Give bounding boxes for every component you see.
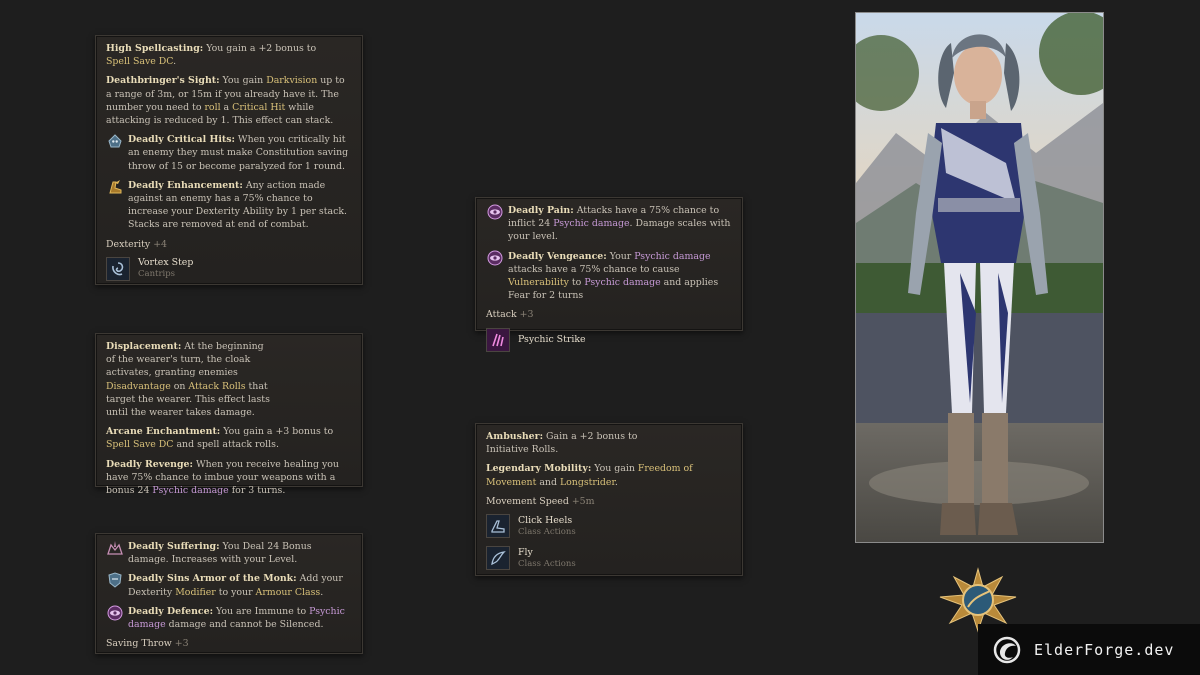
stat-dexterity: Dexterity +4 [106,238,168,250]
ability-psychic-strike[interactable]: Psychic Strike [486,327,732,352]
character-render [856,13,1103,542]
psychic-eye-icon [107,605,123,621]
item-tooltip-armor: Deadly Suffering: You Deal 24 Bonus dama… [95,533,363,654]
ability-click-heels[interactable]: Click Heels Class Actions [486,514,732,539]
wing-icon [486,546,510,571]
stat-attack: Attack +3 [486,309,534,321]
boot-wing-icon [109,179,122,194]
shield-helm-icon [108,572,122,589]
elderforge-logo-icon [993,636,1021,663]
passive-deadly-enhancement: Deadly Enhancement: Any action made agai… [106,179,352,232]
passive-deadly-critical-hits: Deadly Critical Hits: When you criticall… [106,133,352,173]
stat-movement-speed: Movement Speed +5m [486,495,595,507]
passive-legendary-mobility: Legendary Mobility: You gain Freedom of … [486,463,693,488]
brand-watermark: ElderForge.dev [978,624,1200,675]
passive-high-spellcasting: High Spellcasting: You gain a +2 bonus t… [106,43,317,68]
psychic-eye-icon [487,250,503,266]
passive-deadly-sins-armor: Deadly Sins Armor of the Monk: Add your … [106,572,352,598]
ability-vortex-step[interactable]: Vortex Step Cantrips [106,256,352,281]
item-tooltip-cloak: Displacement: At the beginning of the we… [95,333,363,496]
passive-deadly-suffering: Deadly Suffering: You Deal 24 Bonus dama… [106,540,352,566]
item-tooltip-helmet: High Spellcasting: You gain a +2 bonus t… [95,35,363,285]
psychic-eye-icon [487,204,503,220]
spiked-crown-icon [107,541,123,555]
passive-displacement: Displacement: At the beginning of the we… [106,341,270,419]
psychic-claw-icon [486,327,510,352]
vortex-icon [106,256,130,281]
item-tooltip-boots: Ambusher: Gain a +2 bonus to Initiative … [475,423,743,576]
passive-arcane-enchantment: Arcane Enchantment: You gain a +3 bonus … [106,426,334,451]
passive-deadly-revenge: Deadly Revenge: When you receive healing… [106,458,339,497]
helm-skull-icon [108,134,122,148]
click-heels-icon [486,514,510,539]
ability-fly[interactable]: Fly Class Actions [486,546,732,571]
brand-name: ElderForge.dev [1034,640,1175,659]
stat-saving-throw: Saving Throw +3 [106,638,189,650]
passive-ambusher: Ambusher: Gain a +2 bonus to Initiative … [486,431,638,456]
item-tooltip-gloves: Deadly Pain: Attacks have a 75% chance t… [475,197,743,352]
passive-deathbringers-sight: Deathbringer's Sight: You gain Darkvisio… [106,75,345,127]
passive-deadly-pain: Deadly Pain: Attacks have a 75% chance t… [486,204,732,244]
passive-deadly-vengeance: Deadly Vengeance: Your Psychic damage at… [486,250,732,303]
character-portrait [855,12,1104,543]
passive-deadly-defence: Deadly Defence: You are Immune to Psychi… [106,605,352,631]
